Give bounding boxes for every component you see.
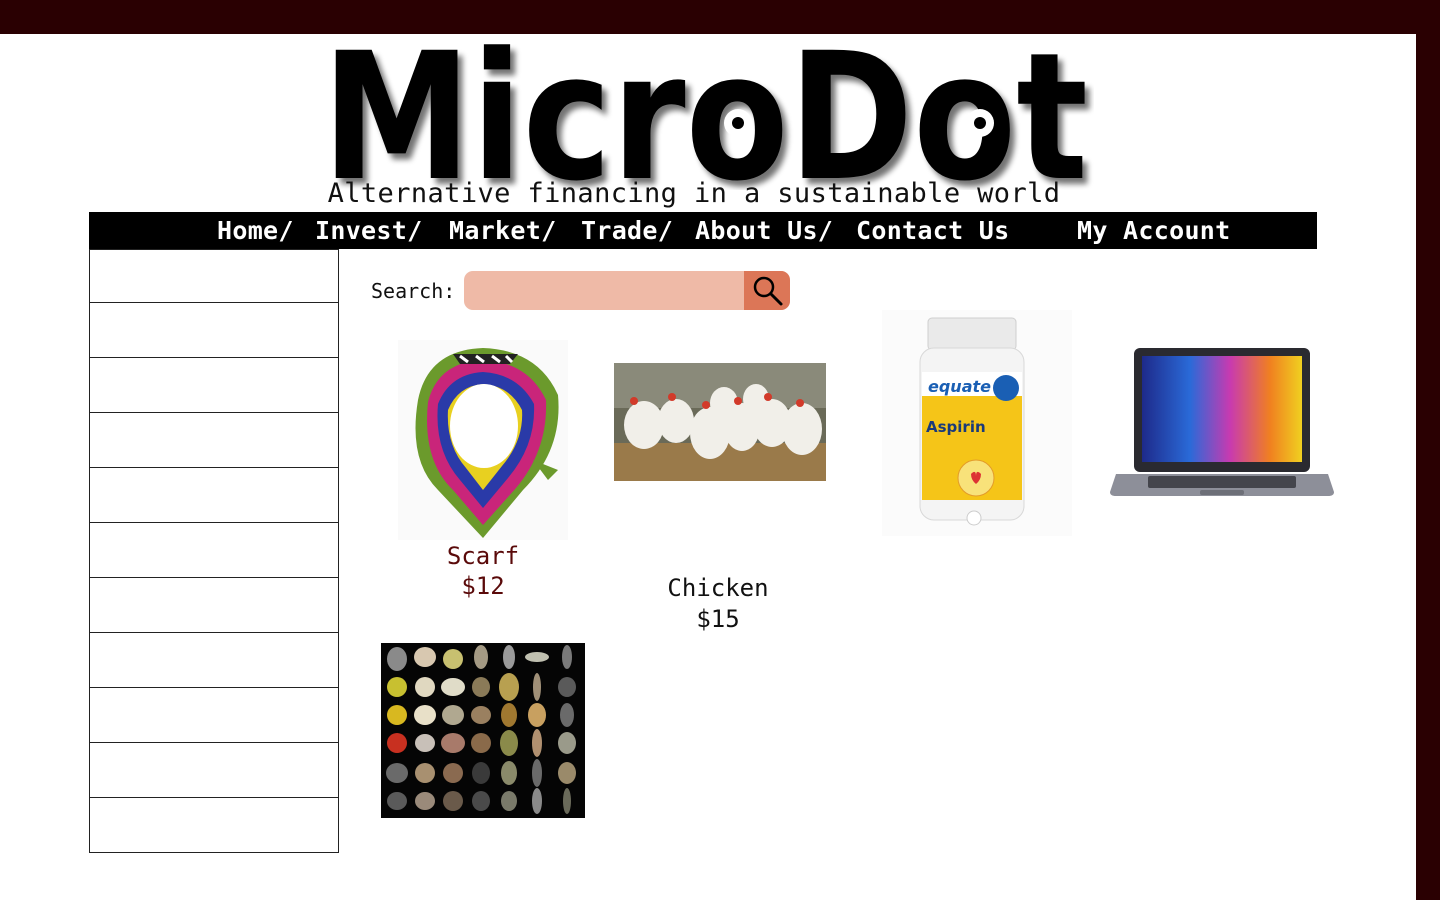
product-name: Scarf [446, 542, 520, 570]
product-price: $15 [696, 605, 740, 633]
product-card-laptop[interactable] [1090, 340, 1360, 530]
tagline: Alternative financing in a sustainable w… [327, 178, 1061, 209]
bottle-brand: equate [928, 377, 991, 396]
sidebar-item[interactable] [89, 523, 339, 578]
search-button[interactable] [744, 271, 790, 310]
search-bar [464, 271, 790, 310]
search-input[interactable] [464, 271, 744, 310]
silk-scarf-image [398, 340, 568, 540]
nav-trade[interactable]: Trade/ [581, 216, 673, 245]
search-icon [753, 276, 783, 306]
seeds-image [381, 643, 585, 818]
sidebar-item[interactable] [89, 743, 339, 798]
sidebar-item[interactable] [89, 688, 339, 743]
sidebar-item[interactable] [89, 578, 339, 633]
sidebar-item[interactable] [89, 798, 339, 853]
bottle-label: Aspirin [926, 418, 986, 436]
sidebar-item[interactable] [89, 413, 339, 468]
laptop-image [1110, 348, 1334, 496]
nav-market[interactable]: Market/ [449, 216, 556, 245]
nav-my-account[interactable]: My Account [1077, 216, 1231, 245]
product-price: $12 [461, 572, 505, 600]
chickens-image [614, 363, 826, 481]
search-label: Search: [371, 279, 456, 303]
product-card-scarf[interactable]: Scarf $12 [398, 340, 568, 610]
aspirin-bottle-image: equate Aspirin [882, 310, 1072, 536]
product-card-chicken[interactable]: Chicken $15 [610, 363, 826, 633]
main-nav: Home/ Invest/ Market/ Trade/ About Us/ C… [89, 212, 1317, 249]
product-card-aspirin[interactable]: equate Aspirin [882, 310, 1072, 536]
sidebar-item[interactable] [89, 468, 339, 523]
product-card-seeds[interactable] [381, 643, 585, 818]
nav-contact-us[interactable]: Contact Us [856, 216, 1010, 245]
sidebar [89, 249, 339, 853]
nav-invest[interactable]: Invest/ [315, 216, 422, 245]
sidebar-item[interactable] [89, 633, 339, 688]
product-name: Chicken [667, 574, 769, 602]
sidebar-item[interactable] [89, 249, 339, 303]
sidebar-item[interactable] [89, 303, 339, 358]
sidebar-item[interactable] [89, 358, 339, 413]
nav-home[interactable]: Home/ [217, 216, 294, 245]
nav-about-us[interactable]: About Us/ [695, 216, 833, 245]
page: MicroDot Alternative financing in a sust… [0, 34, 1416, 900]
microdot-logo[interactable]: MicroDot [322, 38, 1094, 190]
